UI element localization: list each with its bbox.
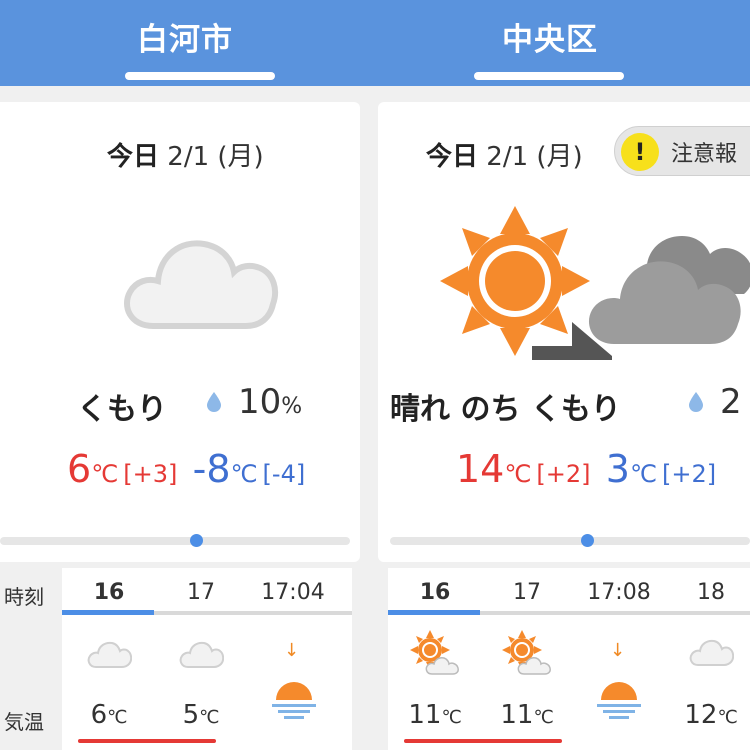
hour-temp-unit: ℃	[441, 707, 462, 728]
temp-row-label: 気温	[4, 710, 44, 734]
cloud-icon	[124, 240, 279, 329]
hour-temp-value: 6	[90, 700, 108, 730]
exclamation-icon: !	[621, 133, 659, 171]
forecast-date: 今日 2/1 (月)	[107, 136, 264, 173]
hour-temp-unit: ℃	[107, 707, 128, 728]
city-name: 白河市	[137, 22, 233, 58]
hour-temp: 11℃	[389, 700, 481, 730]
today-forecast-card[interactable]: 今日 2/1 (月) くもり 10% 6℃ [+3] -8℃ [-4]	[0, 102, 360, 562]
sun-cloud-icon	[502, 630, 551, 675]
hour-temp-value: 12	[684, 700, 718, 730]
condition-text: くもり	[77, 392, 167, 427]
selected-hour-indicator	[62, 610, 154, 615]
sun-cloud-icon	[410, 630, 459, 675]
rain-probability-value: 2	[720, 382, 742, 422]
hour-temp: 11℃	[481, 700, 573, 730]
min-temp-diff: [-4]	[262, 460, 306, 488]
date-today-label: 今日	[107, 142, 160, 172]
cloud-icon	[179, 641, 224, 668]
hour-temp-unit: ℃	[717, 707, 738, 728]
sunset-icon	[597, 682, 641, 719]
min-temp: -8	[192, 447, 231, 491]
temperature-range: 6℃ [+3] -8℃ [-4]	[67, 447, 305, 491]
cloud-icon	[87, 641, 132, 668]
warning-badge[interactable]: ! 注意報	[614, 126, 750, 176]
rain-probability-value: 10	[238, 382, 282, 422]
hour-label: 16	[93, 580, 125, 605]
timeline-slider-track[interactable]	[0, 537, 350, 545]
hour-label: 17	[513, 580, 541, 605]
timeline-slider-handle[interactable]	[190, 534, 203, 547]
hour-temp: 12℃	[665, 700, 750, 730]
date-value: 2/1 (月)	[486, 142, 583, 172]
sunset-icon	[272, 682, 316, 719]
hour-label: 18	[697, 580, 725, 605]
date-value: 2/1 (月)	[167, 142, 264, 172]
min-temp-diff: [+2]	[662, 460, 717, 488]
date-today-label: 今日	[426, 142, 479, 172]
city-header: 白河市	[0, 0, 370, 86]
hour-temp-value: 5	[182, 700, 200, 730]
max-temp-diff: [+2]	[536, 460, 591, 488]
cloud-icon	[689, 639, 734, 666]
hour-label: 16	[419, 580, 451, 605]
hour-label: 17:08	[587, 580, 651, 605]
raindrop-icon	[207, 392, 221, 412]
sunset-arrow-icon: ↓	[610, 640, 626, 661]
hour-label: 17:04	[261, 580, 325, 605]
min-temp-unit: ℃	[230, 460, 258, 488]
selected-hour-indicator	[388, 610, 480, 615]
temp-trend-line	[404, 739, 562, 743]
min-temp: 3	[605, 447, 630, 491]
hour-temp-unit: ℃	[533, 707, 554, 728]
temperature-range: 14℃ [+2] 3℃ [+2]	[456, 447, 716, 491]
max-temp: 14	[456, 447, 505, 491]
sunset-arrow-icon: ↓	[284, 640, 300, 661]
condition-text: 晴れ のち くもり	[390, 392, 621, 427]
city-name: 中央区	[502, 22, 598, 58]
active-tab-indicator	[474, 72, 624, 80]
hour-temp: 5℃	[155, 700, 247, 730]
weather-app: 白河市 今日 2/1 (月) くもり 10% 6℃ [+3] -8℃ [-4]	[0, 0, 750, 750]
max-temp-unit: ℃	[504, 460, 532, 488]
hour-label: 17	[187, 580, 215, 605]
max-temp-diff: [+3]	[123, 460, 178, 488]
temp-trend-line	[78, 739, 216, 743]
rain-probability: 2	[720, 382, 742, 422]
hour-temp: 6℃	[63, 700, 155, 730]
city-header: 中央区	[370, 0, 750, 86]
active-tab-indicator	[125, 72, 275, 80]
min-temp-unit: ℃	[629, 460, 657, 488]
hour-temp-value: 11	[500, 700, 534, 730]
max-temp-unit: ℃	[91, 460, 119, 488]
hour-temp-value: 11	[408, 700, 442, 730]
city-panel-chuo[interactable]: 中央区 今日 2/1 (月) 晴れ のち くもり 2 14℃ [+2] 3℃ […	[370, 0, 750, 750]
max-temp: 6	[67, 447, 92, 491]
timeline-slider-track[interactable]	[390, 537, 750, 545]
warning-label: 注意報	[671, 142, 738, 167]
raindrop-icon	[689, 392, 703, 412]
city-panel-shirakawa[interactable]: 白河市 今日 2/1 (月) くもり 10% 6℃ [+3] -8℃ [-4]	[0, 0, 370, 750]
cloud-icon	[588, 236, 750, 344]
time-row-label: 時刻	[4, 585, 44, 609]
rain-probability: 10%	[238, 382, 302, 422]
hour-temp-unit: ℃	[199, 707, 220, 728]
rain-unit: %	[281, 394, 303, 419]
forecast-date: 今日 2/1 (月)	[426, 136, 583, 173]
timeline-slider-handle[interactable]	[581, 534, 594, 547]
